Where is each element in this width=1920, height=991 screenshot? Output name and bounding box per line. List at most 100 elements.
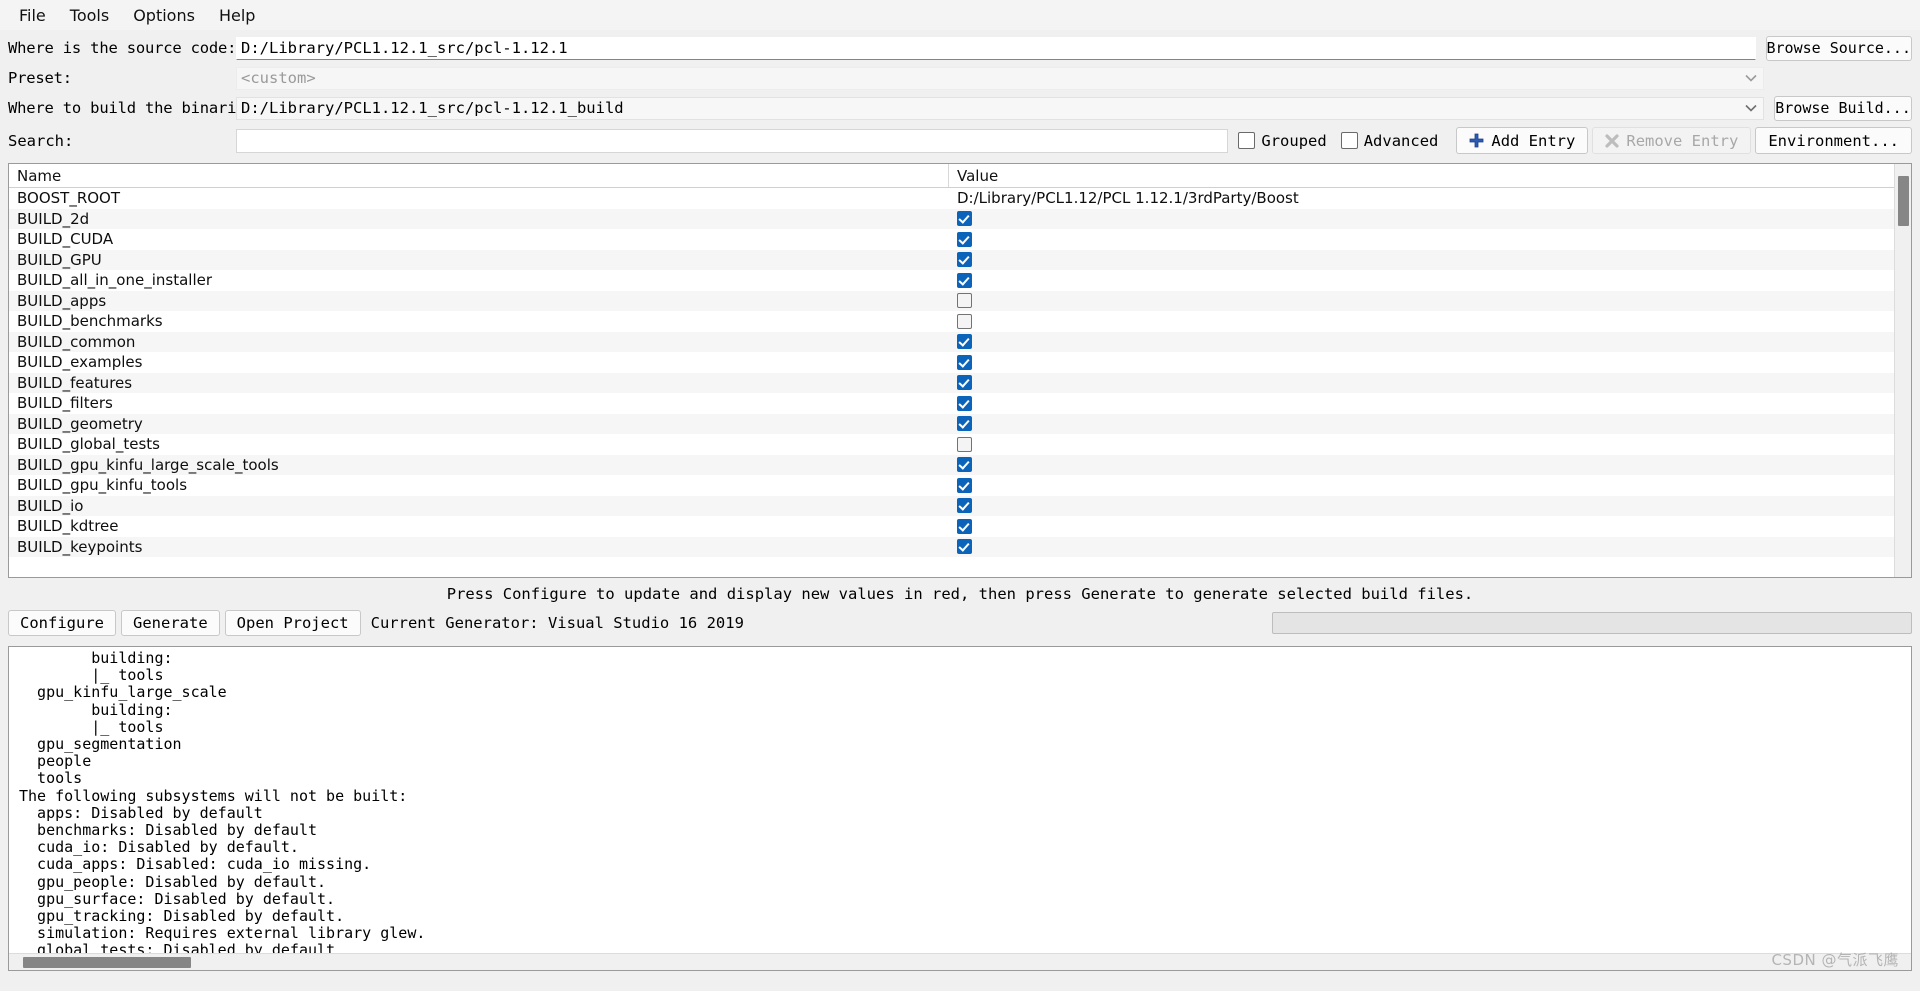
checkbox-checked-icon[interactable] — [957, 539, 972, 555]
table-vertical-scrollbar[interactable] — [1894, 164, 1911, 577]
advanced-checkbox[interactable]: Advanced — [1340, 131, 1439, 150]
build-path-input[interactable]: D:/Library/PCL1.12.1_src/pcl-1.12.1_buil… — [236, 96, 1764, 120]
cache-entry-value[interactable] — [949, 518, 1911, 534]
checkbox-checked-icon[interactable] — [957, 477, 972, 493]
browse-build-button[interactable]: Browse Build... — [1774, 95, 1912, 121]
table-row[interactable]: BUILD_CUDA — [9, 229, 1911, 250]
preset-select[interactable]: <custom> — [236, 66, 1764, 90]
checkbox-checked-icon[interactable] — [957, 354, 972, 370]
cache-entry-name: BUILD_keypoints — [17, 537, 143, 556]
checkbox-checked-icon[interactable] — [957, 252, 972, 268]
checkbox-unchecked-icon[interactable] — [957, 293, 972, 309]
table-row[interactable]: BUILD_geometry — [9, 413, 1911, 434]
console-scrollbar-thumb[interactable] — [23, 957, 191, 968]
checkbox-checked-icon[interactable] — [957, 518, 972, 534]
checkbox-checked-icon[interactable] — [957, 334, 972, 350]
cache-entry-value[interactable] — [949, 457, 1911, 473]
table-row[interactable]: BUILD_global_tests — [9, 434, 1911, 455]
cache-entry-value[interactable] — [949, 211, 1911, 227]
checkbox-checked-icon[interactable] — [957, 416, 972, 432]
cache-entry-value[interactable] — [949, 354, 1911, 370]
cache-entry-value[interactable] — [949, 313, 1911, 329]
source-path-row: Where is the source code: D:/Library/PCL… — [8, 33, 1912, 63]
column-header-value[interactable]: Value — [949, 164, 1911, 187]
add-entry-label: Add Entry — [1491, 131, 1576, 150]
menu-item-tools[interactable]: Tools — [59, 3, 120, 28]
status-hint: Press Configure to update and display ne… — [446, 585, 1474, 603]
table-row[interactable]: BUILD_all_in_one_installer — [9, 270, 1911, 291]
cache-entry-name: BUILD_examples — [17, 353, 143, 372]
table-row[interactable]: BUILD_kdtree — [9, 516, 1911, 537]
chevron-down-icon[interactable] — [1739, 98, 1763, 119]
grouped-checkbox[interactable]: Grouped — [1238, 132, 1327, 150]
cache-entry-name: BUILD_kdtree — [17, 517, 119, 536]
table-body: BOOST_ROOT D:/Library/PCL1.12/PCL 1.12.1/… — [9, 188, 1911, 577]
configure-button[interactable]: Configure — [8, 610, 116, 636]
table-row[interactable]: BUILD_gpu_kinfu_large_scale_tools — [9, 454, 1911, 475]
cache-entry-name: BUILD_io — [17, 496, 84, 515]
cache-entry-value[interactable] — [949, 231, 1911, 247]
table-row[interactable]: BUILD_benchmarks — [9, 311, 1911, 332]
open-project-button[interactable]: Open Project — [224, 610, 361, 636]
console-output[interactable]: building: |_ tools gpu_kinfu_large_scale… — [8, 646, 1912, 971]
cache-entry-value[interactable] — [949, 416, 1911, 432]
cache-entry-value[interactable]: D:/Library/PCL1.12/PCL 1.12.1/3rdParty/B… — [949, 189, 1911, 207]
table-header: Name Value — [9, 164, 1911, 188]
table-scrollbar-thumb[interactable] — [1898, 176, 1909, 226]
checkbox-checked-icon[interactable] — [957, 231, 972, 247]
checkbox-checked-icon[interactable] — [957, 375, 972, 391]
build-path-value: D:/Library/PCL1.12.1_src/pcl-1.12.1_buil… — [241, 99, 624, 117]
generate-button[interactable]: Generate — [121, 610, 220, 636]
column-header-name[interactable]: Name — [9, 164, 949, 187]
add-entry-button[interactable]: Add Entry — [1456, 127, 1589, 154]
cache-entry-value[interactable] — [949, 477, 1911, 493]
progress-bar — [1272, 612, 1912, 634]
table-row[interactable]: BUILD_filters — [9, 393, 1911, 414]
table-row[interactable]: BUILD_keypoints — [9, 536, 1911, 557]
checkbox-checked-icon[interactable] — [957, 498, 972, 514]
bottom-bar — [0, 971, 1920, 991]
table-row[interactable]: BUILD_GPU — [9, 249, 1911, 270]
menu-item-options[interactable]: Options — [122, 3, 206, 28]
cache-entry-value[interactable] — [949, 498, 1911, 514]
advanced-checkbox-label: Advanced — [1363, 131, 1439, 150]
path-fields-section: Where is the source code: D:/Library/PCL… — [0, 30, 1920, 123]
preset-row: Preset: <custom> — [8, 63, 1912, 93]
remove-entry-button[interactable]: Remove Entry — [1592, 127, 1752, 154]
current-generator-label: Current Generator: Visual Studio 16 2019 — [370, 614, 744, 632]
cache-entry-value[interactable] — [949, 395, 1911, 411]
table-row[interactable]: BUILD_examples — [9, 352, 1911, 373]
checkbox-checked-icon[interactable] — [957, 211, 972, 227]
cache-entry-value[interactable] — [949, 252, 1911, 268]
cache-entry-name: BUILD_global_tests — [17, 435, 160, 454]
search-input[interactable] — [236, 128, 1229, 153]
checkbox-unchecked-icon[interactable] — [957, 313, 972, 329]
preset-value: <custom> — [241, 69, 316, 87]
cache-entry-value[interactable] — [949, 539, 1911, 555]
cache-entry-value[interactable] — [949, 334, 1911, 350]
table-row[interactable]: BUILD_common — [9, 331, 1911, 352]
checkbox-checked-icon[interactable] — [957, 457, 972, 473]
browse-source-button[interactable]: Browse Source... — [1765, 35, 1912, 61]
console-horizontal-scrollbar[interactable] — [9, 953, 1911, 970]
menu-item-file[interactable]: File — [8, 3, 57, 28]
environment-button[interactable]: Environment... — [1755, 127, 1912, 154]
grouped-checkbox-box — [1238, 132, 1256, 149]
cache-entry-value[interactable] — [949, 272, 1911, 288]
cache-entry-value[interactable] — [949, 375, 1911, 391]
table-row[interactable]: BUILD_apps — [9, 290, 1911, 311]
checkbox-unchecked-icon[interactable] — [957, 436, 972, 452]
cache-entry-name: BUILD_geometry — [17, 414, 143, 433]
table-row[interactable]: BOOST_ROOT D:/Library/PCL1.12/PCL 1.12.1/… — [9, 188, 1911, 209]
preset-label: Preset: — [8, 69, 72, 87]
table-row[interactable]: BUILD_gpu_kinfu_tools — [9, 475, 1911, 496]
cache-entry-value[interactable] — [949, 293, 1911, 309]
checkbox-checked-icon[interactable] — [957, 272, 972, 288]
table-row[interactable]: BUILD_io — [9, 495, 1911, 516]
cache-entry-value[interactable] — [949, 436, 1911, 452]
menu-item-help[interactable]: Help — [208, 3, 266, 28]
table-row[interactable]: BUILD_2d — [9, 208, 1911, 229]
source-path-input[interactable]: D:/Library/PCL1.12.1_src/pcl-1.12.1 — [236, 36, 1756, 60]
checkbox-checked-icon[interactable] — [957, 395, 972, 411]
table-row[interactable]: BUILD_features — [9, 372, 1911, 393]
